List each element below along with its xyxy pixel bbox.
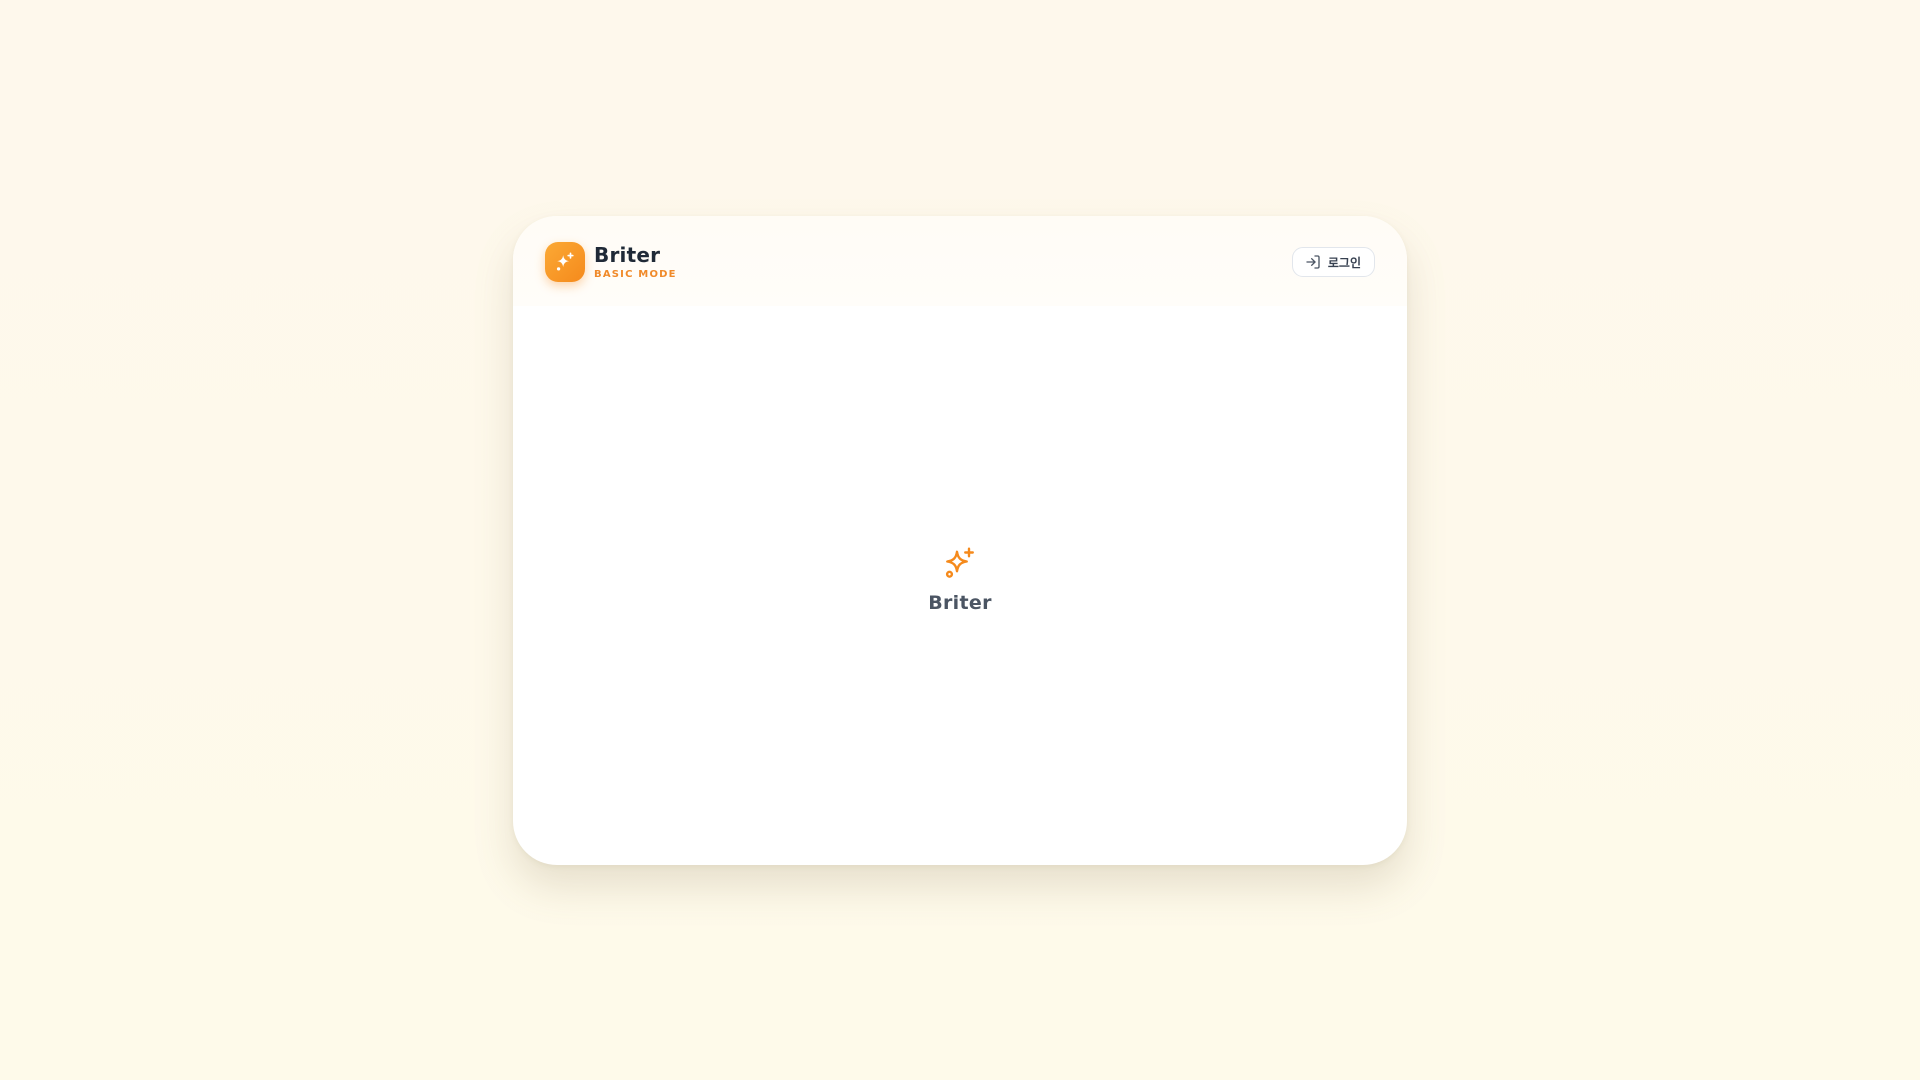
- brand: Briter BASIC MODE: [545, 242, 677, 282]
- brand-name: Briter: [594, 242, 661, 267]
- login-icon: [1305, 254, 1321, 270]
- sparkles-icon: [942, 545, 978, 581]
- app-card: Briter BASIC MODE 로그인 Briter: [513, 216, 1407, 865]
- login-label: 로그인: [1327, 255, 1361, 270]
- empty-state: Briter: [513, 545, 1407, 614]
- sparkles-icon: [554, 251, 576, 273]
- brand-logo: [545, 242, 585, 282]
- brand-text: Briter BASIC MODE: [594, 244, 677, 281]
- app-header: Briter BASIC MODE 로그인: [513, 216, 1407, 306]
- empty-state-label: Briter: [928, 592, 992, 614]
- login-button[interactable]: 로그인: [1291, 247, 1375, 277]
- brand-mode-label: BASIC MODE: [594, 268, 677, 280]
